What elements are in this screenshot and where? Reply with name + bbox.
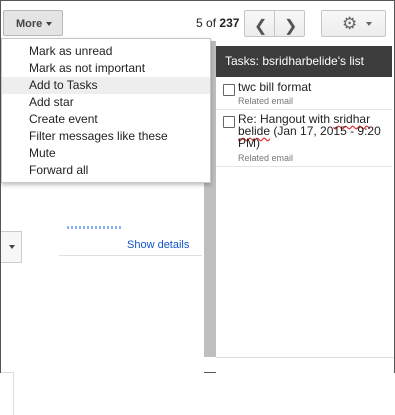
menu-item-add-star[interactable]: Add star [2,94,210,111]
chevron-right-icon: ❯ [284,18,298,35]
show-details-link[interactable]: Show details [127,239,189,251]
menu-item-label: Mark as unread [29,44,113,58]
task-item[interactable]: Re: Hangout with sridhar belide (Jan 17,… [216,113,392,165]
menu-item-forward-all[interactable]: Forward all [2,162,210,179]
pager-total: 237 [219,16,240,30]
pager-start: 5 [196,16,203,30]
menu-item-mark-unread[interactable]: Mark as unread [2,43,210,60]
task-title[interactable]: Re: Hangout with sridhar belide (Jan 17,… [238,113,388,149]
more-button-label: More [16,18,43,30]
more-button[interactable]: More [3,10,63,36]
divider [59,255,202,256]
pager-of: of [206,16,217,30]
tasks-panel: Tasks: bsridharbelide's list twc bill fo… [216,41,392,357]
gear-icon: ⚙ [342,14,358,33]
chevron-left-icon: ❮ [254,18,268,35]
chevron-down-icon [366,22,372,26]
menu-item-label: Create event [29,112,98,126]
newer-button[interactable]: ❯ [274,10,305,37]
menu-item-label: Add star [29,95,74,109]
menu-item-label: Mute [29,146,56,160]
settings-button[interactable]: ⚙ [321,10,386,37]
task-item[interactable]: twc bill format Related email [216,81,392,109]
menu-item-mark-not-important[interactable]: Mark as not important [2,60,210,77]
task-checkbox[interactable] [223,116,235,128]
chevron-down-icon [9,245,15,249]
menu-item-add-to-tasks[interactable]: Add to Tasks [2,77,210,94]
menu-item-label: Filter messages like these [29,129,168,143]
more-menu: Mark as unread Mark as not important Add… [1,38,211,183]
menu-item-label: Mark as not important [29,61,146,75]
menu-item-mute[interactable]: Mute [2,145,210,162]
older-button[interactable]: ❮ [244,10,275,37]
task-related-email[interactable]: Related email [238,153,293,163]
tasks-footer [216,357,394,375]
tasks-list-title: Tasks: bsridharbelide's list [225,54,365,68]
tasks-header: Tasks: bsridharbelide's list [216,46,392,77]
divider [216,109,392,110]
quoted-text-indicator [67,226,123,229]
task-related-email[interactable]: Related email [238,96,293,106]
side-dropdown[interactable] [1,231,22,263]
task-checkbox[interactable] [223,84,235,96]
menu-item-filter-messages[interactable]: Filter messages like these [2,128,210,145]
chevron-down-icon [46,22,52,26]
toolbar: More 5 of 237 ❮ ❯ ⚙ [1,1,394,41]
task-title[interactable]: twc bill format [238,81,388,93]
divider [216,166,392,167]
pagination-count: 5 of 237 [196,16,239,30]
menu-item-label: Forward all [29,163,89,177]
menu-item-label: Add to Tasks [29,78,98,92]
reply-box-edge [1,372,14,415]
menu-item-create-event[interactable]: Create event [2,111,210,128]
